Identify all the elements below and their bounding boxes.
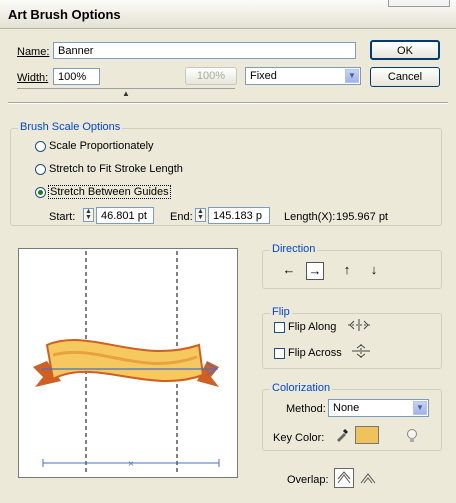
chevron-down-icon: ▼ — [345, 69, 359, 83]
arrow-up-icon[interactable]: ↑ — [338, 262, 356, 280]
method-value: None — [333, 402, 360, 414]
overlap-option-2[interactable] — [358, 468, 378, 488]
preview-canvas: × — [33, 251, 220, 475]
overlap-adjust-icon — [337, 471, 351, 484]
flip-title: Flip — [270, 306, 292, 318]
radio-stretch-between-guides[interactable] — [35, 187, 46, 198]
brush-preview: × — [18, 248, 238, 478]
flip-along-checkbox[interactable] — [274, 322, 285, 333]
arrow-right-icon[interactable]: → — [306, 262, 324, 280]
width-mode-select[interactable]: Fixed ▼ — [245, 67, 361, 85]
radio-scale-proportionately[interactable] — [35, 141, 46, 152]
flip-along-label[interactable]: Flip Along — [288, 321, 336, 333]
flip-across-checkbox[interactable] — [274, 348, 285, 359]
separator — [8, 102, 448, 104]
name-label-text: Name: — [17, 46, 50, 58]
colorization-title: Colorization — [270, 382, 333, 394]
method-label: Method: — [286, 403, 326, 415]
name-field[interactable]: Banner — [53, 42, 356, 59]
start-stepper[interactable]: ▲ ▼ — [83, 208, 94, 222]
option-stretch-to-fit[interactable]: Stretch to Fit Stroke Length — [49, 163, 183, 175]
radio-stretch-to-fit[interactable] — [35, 164, 46, 175]
width-slider-thumb[interactable]: ▲ — [122, 89, 130, 98]
arrow-down-icon[interactable]: ↓ — [365, 262, 383, 280]
cancel-button[interactable]: Cancel — [370, 67, 440, 87]
direction-title: Direction — [270, 243, 318, 255]
overlap-option-1[interactable] — [334, 468, 354, 488]
width-label: Width: — [17, 72, 48, 84]
ok-button[interactable]: OK — [370, 40, 440, 60]
key-color-label: Key Color: — [273, 432, 325, 444]
disabled-button: 100% — [185, 67, 237, 85]
method-select[interactable]: None ▼ — [328, 399, 429, 417]
width-field[interactable]: 100% — [53, 68, 100, 85]
option-stretch-between-guides[interactable]: Stretch Between Guides — [48, 185, 171, 199]
length-value: 195.967 pt — [336, 211, 388, 223]
lightbulb-icon[interactable] — [405, 428, 419, 444]
start-field[interactable]: 46.801 pt — [96, 207, 154, 224]
end-field[interactable]: 145.183 p — [208, 207, 270, 224]
chevron-down-icon: ▼ — [413, 401, 427, 415]
width-label-text: Width: — [17, 72, 49, 84]
arrow-left-icon[interactable]: ← — [280, 262, 298, 280]
start-label: Start: — [49, 211, 76, 223]
dialog-title: Art Brush Options — [8, 7, 121, 22]
flip-across-label[interactable]: Flip Across — [288, 347, 342, 359]
flip-along-icon — [348, 319, 370, 331]
end-label: End: — [170, 211, 193, 223]
window-controls — [388, 0, 450, 7]
eyedropper-icon[interactable] — [334, 427, 350, 443]
length-center-mark: × — [128, 459, 135, 468]
overlap-none-icon — [360, 473, 376, 484]
name-label: Name: — [17, 46, 49, 58]
end-stepper[interactable]: ▲ ▼ — [195, 208, 206, 222]
option-scale-proportionately[interactable]: Scale Proportionately — [49, 140, 154, 152]
width-mode-value: Fixed — [250, 70, 277, 82]
key-color-swatch[interactable] — [355, 426, 379, 444]
brush-scale-title: Brush Scale Options — [18, 121, 123, 133]
length-label: Length(X): — [284, 211, 336, 223]
overlap-label: Overlap: — [287, 474, 329, 486]
flip-across-icon — [352, 344, 370, 358]
